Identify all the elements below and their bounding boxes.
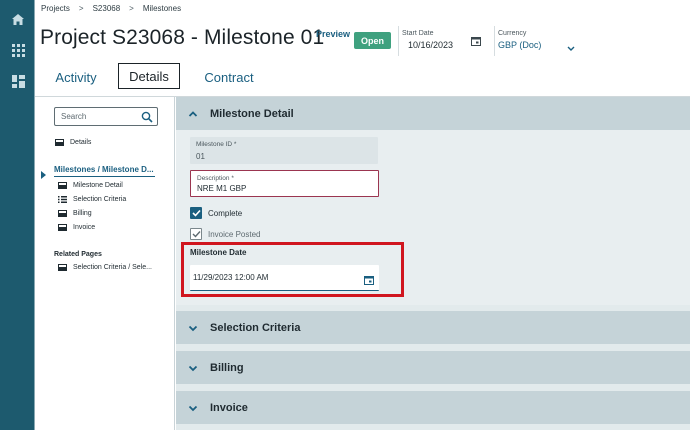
search-placeholder: Search bbox=[61, 112, 87, 121]
description-label: Description * bbox=[197, 175, 234, 182]
form-icon bbox=[58, 224, 67, 231]
page-icon bbox=[55, 139, 64, 146]
breadcrumb-separator: > bbox=[78, 4, 84, 13]
chevron-down-icon bbox=[187, 402, 199, 414]
search-icon[interactable] bbox=[141, 110, 153, 128]
preview-link[interactable]: Preview bbox=[316, 29, 350, 39]
form-icon bbox=[58, 182, 67, 189]
highlight-annotation-box bbox=[181, 242, 404, 297]
chevron-down-icon bbox=[187, 322, 199, 334]
checkbox-checked-icon bbox=[190, 207, 202, 219]
currency-value[interactable]: GBP (Doc) bbox=[498, 40, 541, 50]
calendar-icon[interactable] bbox=[471, 33, 481, 51]
invoice-posted-label: Invoice Posted bbox=[208, 229, 261, 239]
breadcrumb-milestones[interactable]: Milestones bbox=[143, 4, 181, 13]
apps-grid-icon[interactable] bbox=[10, 42, 26, 58]
nav-details[interactable]: Details bbox=[55, 139, 91, 146]
complete-label: Complete bbox=[208, 208, 243, 218]
search-input[interactable]: Search bbox=[54, 107, 158, 126]
breadcrumb-project[interactable]: S23068 bbox=[93, 4, 121, 13]
chevron-down-icon[interactable] bbox=[567, 39, 575, 57]
home-icon[interactable] bbox=[10, 11, 26, 27]
related-page-label: Selection Criteria / Sele... bbox=[73, 264, 152, 271]
tab-contract[interactable]: Contract bbox=[194, 64, 264, 90]
checkbox-checked-disabled-icon bbox=[190, 228, 202, 240]
left-navigation: Search Details Milestones / Milestone D.… bbox=[35, 97, 175, 430]
section-title: Milestone Detail bbox=[210, 107, 294, 120]
nav-item-label: Milestone Detail bbox=[73, 182, 123, 189]
header-divider bbox=[398, 26, 399, 56]
milestone-id-value: 01 bbox=[196, 152, 205, 161]
chevron-up-icon bbox=[187, 108, 199, 120]
currency-label: Currency bbox=[498, 30, 527, 37]
start-date-value: 10/16/2023 bbox=[408, 40, 454, 50]
invoice-posted-checkbox: Invoice Posted bbox=[190, 228, 260, 240]
section-title: Selection Criteria bbox=[210, 321, 301, 334]
tab-activity[interactable]: Activity bbox=[41, 64, 111, 90]
nav-item-label: Invoice bbox=[73, 224, 96, 231]
nav-item-label: Selection Criteria bbox=[73, 196, 127, 203]
section-billing-header[interactable]: Billing bbox=[176, 351, 690, 384]
milestone-id-field: Milestone ID * 01 bbox=[190, 137, 378, 164]
dashboard-icon[interactable] bbox=[10, 73, 26, 89]
nav-billing[interactable]: Billing bbox=[58, 210, 92, 217]
tab-details[interactable]: Details bbox=[118, 63, 180, 89]
nav-invoice[interactable]: Invoice bbox=[58, 224, 95, 231]
related-page-item[interactable]: Selection Criteria / Sele... bbox=[58, 264, 152, 271]
status-badge: Open bbox=[354, 32, 391, 49]
caret-right-icon bbox=[41, 166, 46, 184]
page-icon bbox=[58, 264, 67, 271]
section-title: Billing bbox=[210, 361, 244, 374]
app-rail bbox=[0, 0, 35, 430]
breadcrumb-projects[interactable]: Projects bbox=[41, 4, 70, 13]
section-selection-criteria-header[interactable]: Selection Criteria bbox=[176, 311, 690, 344]
section-invoice-header[interactable]: Invoice bbox=[176, 391, 690, 424]
description-value: NRE M1 GBP bbox=[197, 184, 247, 193]
breadcrumb-separator: > bbox=[129, 4, 134, 13]
nav-selection-criteria[interactable]: Selection Criteria bbox=[58, 196, 126, 203]
complete-checkbox[interactable]: Complete bbox=[190, 207, 242, 219]
nav-item-label: Billing bbox=[73, 210, 92, 217]
page-title: Project S23068 - Milestone 01 bbox=[40, 26, 325, 49]
milestone-id-label: Milestone ID * bbox=[196, 141, 237, 148]
form-icon bbox=[58, 210, 67, 217]
list-icon bbox=[58, 196, 67, 203]
nav-milestone-detail[interactable]: Milestone Detail bbox=[58, 182, 123, 189]
section-milestone-detail-header[interactable]: Milestone Detail bbox=[176, 97, 690, 130]
header-divider bbox=[494, 26, 495, 56]
nav-details-label: Details bbox=[70, 139, 92, 146]
section-title: Invoice bbox=[210, 401, 248, 414]
breadcrumb: Projects > S23068 > Milestones bbox=[41, 4, 181, 13]
description-field[interactable]: Description * NRE M1 GBP bbox=[190, 170, 379, 197]
start-date-label: Start Date bbox=[402, 30, 434, 37]
chevron-down-icon bbox=[187, 362, 199, 374]
nav-group-underline bbox=[54, 176, 155, 177]
related-pages-heading: Related Pages bbox=[54, 251, 102, 258]
nav-group-milestones[interactable]: Milestones / Milestone D... bbox=[54, 165, 154, 174]
